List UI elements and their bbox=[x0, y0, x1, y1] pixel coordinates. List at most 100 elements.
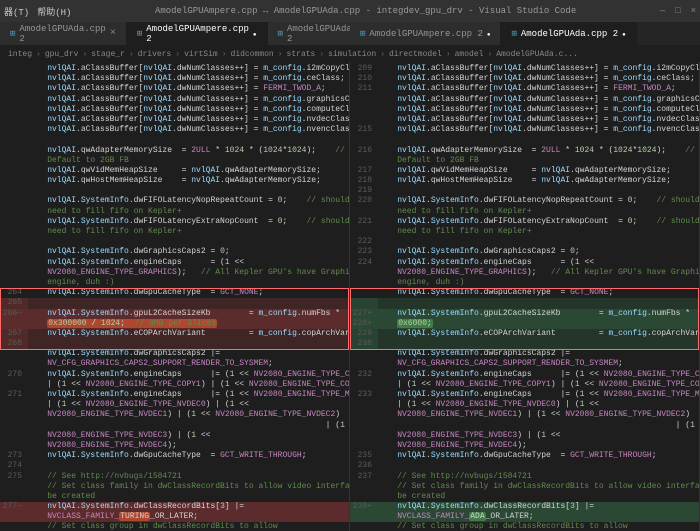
tab[interactable]: ⊞AmodelGPUAmpere.cpp 2 bbox=[350, 22, 501, 45]
diff-pane-right[interactable]: 209 nvlQAI.aClassBuffer[nvlQAI.dwNumClas… bbox=[350, 62, 700, 531]
code-line[interactable]: 264 nvlQAI.SystemInfo.dwGpuCacheType = G… bbox=[0, 288, 349, 298]
code-line[interactable]: nvlQAI.SystemInfo.dwFIFOLatencyNopRepeat… bbox=[0, 196, 349, 206]
tab[interactable]: ⊞AmodelGPUAda.cpp 2 bbox=[501, 22, 636, 45]
code-line[interactable]: 221 nvlQAI.SystemInfo.dwFIFOLatencyExtra… bbox=[350, 217, 699, 227]
breadcrumb-item[interactable]: gpu_drv bbox=[45, 50, 79, 59]
code-line[interactable]: nvlQAI.SystemInfo.dwGraphicsCaps2 |= bbox=[0, 349, 349, 359]
code-line[interactable]: 265 bbox=[0, 298, 349, 308]
code-line[interactable] bbox=[0, 237, 349, 247]
code-line[interactable]: nvlQAI.aClassBuffer[nvlQAI.dwNumClasses+… bbox=[0, 84, 349, 94]
code-line[interactable]: // Set class group in dwClassRecordBits … bbox=[350, 522, 699, 531]
code-line[interactable]: need to fill fifo on Kepler+ bbox=[350, 207, 699, 217]
code-line[interactable]: 222 bbox=[350, 237, 699, 247]
code-line[interactable]: nvlQAI.aClassBuffer[nvlQAI.dwNumClasses+… bbox=[0, 125, 349, 135]
tab[interactable]: ⊞AmodelGPUAda.cpp 2× bbox=[0, 22, 127, 45]
code-line[interactable]: 219 bbox=[350, 186, 699, 196]
code-line[interactable]: nvlQAI.SystemInfo.dwGpuCacheType = GCT_N… bbox=[350, 288, 699, 298]
code-line[interactable] bbox=[0, 186, 349, 196]
code-line[interactable]: NV2080_ENGINE_TYPE_NVDEC4); bbox=[350, 441, 699, 451]
modified-dot-icon[interactable] bbox=[253, 29, 257, 39]
code-line[interactable]: 267 nvlQAI.SystemInfo.eCOPArchVariant = … bbox=[0, 329, 349, 339]
code-line[interactable]: 230 bbox=[350, 339, 699, 349]
code-line[interactable]: // Set class group in dwClassRecordBits … bbox=[0, 522, 349, 531]
code-line[interactable]: NV2080_ENGINE_TYPE_GRAPHICS); // All Kep… bbox=[350, 268, 699, 278]
code-line[interactable]: 220 nvlQAI.SystemInfo.dwFIFOLatencyNopRe… bbox=[350, 196, 699, 206]
modified-dot-icon[interactable] bbox=[487, 29, 491, 39]
breadcrumb-item[interactable]: virtSim bbox=[184, 50, 218, 59]
code-line[interactable]: nvlQAI.aClassBuffer[nvlQAI.dwNumClasses+… bbox=[350, 95, 699, 105]
breadcrumb-item[interactable]: simulation bbox=[328, 50, 376, 59]
code-line[interactable]: NV2080_ENGINE_TYPE_NVDEC4); bbox=[0, 441, 349, 451]
code-line[interactable]: nvlQAI.SystemInfo.dwGraphicsCaps2 = 0; bbox=[0, 247, 349, 257]
code-line[interactable]: 275 // See http://nvbugs/1584721 bbox=[0, 472, 349, 482]
code-line[interactable]: nvlQAI.SystemInfo.dwFIFOLatencyExtraNopC… bbox=[0, 217, 349, 227]
code-line[interactable]: be created bbox=[350, 492, 699, 502]
minimize-icon[interactable]: — bbox=[660, 6, 665, 16]
code-line[interactable]: nvlQAI.aClassBuffer[nvlQAI.dwNumClasses+… bbox=[350, 115, 699, 125]
code-line[interactable]: NV2080_ENGINE_TYPE_NVDEC3) | (1 << bbox=[0, 431, 349, 441]
code-line[interactable]: 209 nvlQAI.aClassBuffer[nvlQAI.dwNumClas… bbox=[350, 64, 699, 74]
code-line[interactable]: Default to 2GB FB bbox=[0, 156, 349, 166]
breadcrumb-item[interactable]: stage_r bbox=[91, 50, 125, 59]
code-line[interactable]: 217 nvlQAI.qwVidMemHeapSize = nvlQAI.qwA… bbox=[350, 166, 699, 176]
code-line[interactable]: // Set class family in dwClassRecordBits… bbox=[0, 482, 349, 492]
code-line[interactable]: 270 nvlQAI.SystemInfo.engineCaps |= (1 <… bbox=[0, 370, 349, 380]
code-line[interactable]: NV2080_ENGINE_TYPE_NVDEC1) | (1 << NV208… bbox=[350, 410, 699, 420]
code-line[interactable]: nvlQAI.qwVidMemHeapSize = nvlQAI.qwAdapt… bbox=[0, 166, 349, 176]
code-line[interactable]: NV2080_ENGINE_TYPE_GRAPHICS); // All Kep… bbox=[0, 268, 349, 278]
code-line[interactable]: 266— nvlQAI.SystemInfo.gpuL2CacheSizeKb … bbox=[0, 309, 349, 319]
code-line[interactable]: nvlQAI.aClassBuffer[nvlQAI.dwNumClasses+… bbox=[0, 64, 349, 74]
code-line[interactable] bbox=[0, 135, 349, 145]
modified-dot-icon[interactable] bbox=[622, 29, 626, 39]
code-line[interactable]: 216 nvlQAI.qwAdapterMemorySize = 2ULL * … bbox=[350, 146, 699, 156]
code-line[interactable]: 233 nvlQAI.SystemInfo.engineCaps |= (1 <… bbox=[350, 390, 699, 400]
code-line[interactable]: 229 nvlQAI.SystemInfo.eCOPArchVariant = … bbox=[350, 329, 699, 339]
code-line[interactable]: nvlQAI.aClassBuffer[nvlQAI.dwNumClasses+… bbox=[350, 105, 699, 115]
breadcrumb-item[interactable]: drivers bbox=[138, 50, 172, 59]
breadcrumb-item[interactable]: strats bbox=[287, 50, 316, 59]
code-line[interactable]: 239+ nvlQAI.SystemInfo.dwClassRecordBits… bbox=[350, 502, 699, 512]
code-line[interactable]: nvlQAI.qwAdapterMemorySize = 2ULL * 1024… bbox=[0, 146, 349, 156]
code-line[interactable]: 0x300000 / 1024; // 3MB per Slices bbox=[0, 319, 349, 329]
code-line[interactable]: nvlQAI.aClassBuffer[nvlQAI.dwNumClasses+… bbox=[0, 74, 349, 84]
code-line[interactable]: engine, duh :) bbox=[350, 278, 699, 288]
code-line[interactable] bbox=[350, 135, 699, 145]
code-line[interactable]: | (1 << NV2080_ENGINE_TYPE_COPY1) | (1 <… bbox=[350, 380, 699, 390]
code-line[interactable]: nvlQAI.SystemInfo.dwGraphicsCaps2 |= bbox=[350, 349, 699, 359]
code-line[interactable]: | (1 << NV2080_ENGINE_TYPE_NVDEC0) | (1 … bbox=[350, 400, 699, 410]
code-line[interactable]: need to fill fifo on Kepler+ bbox=[0, 207, 349, 217]
menu-item[interactable]: 器(T) bbox=[4, 5, 29, 18]
code-line[interactable]: 218 nvlQAI.qwHostMemHeapSize = nvlQAI.qw… bbox=[350, 176, 699, 186]
code-line[interactable]: 224 nvlQAI.SystemInfo.engineCaps = (1 << bbox=[350, 258, 699, 268]
code-line[interactable]: NV_CFG_GRAPHICS_CAPS2_SUPPORT_RENDER_TO_… bbox=[350, 359, 699, 369]
code-line[interactable]: 273 nvlQAI.SystemInfo.dwGpuCacheType = G… bbox=[0, 451, 349, 461]
breadcrumb-item[interactable]: didcommon bbox=[231, 50, 274, 59]
code-line[interactable]: Default to 2GB FB bbox=[350, 156, 699, 166]
code-line[interactable]: 274 bbox=[0, 461, 349, 471]
code-line[interactable]: | (1 << NV2080_ENGINE_TYPE_NVDEC0) | (1 … bbox=[0, 400, 349, 410]
code-line[interactable]: need to fill fifo on Kepler+ bbox=[0, 227, 349, 237]
code-line[interactable]: | (1 << bbox=[0, 421, 349, 431]
code-line[interactable]: need to fill fifo on Kepler+ bbox=[350, 227, 699, 237]
code-line[interactable]: 277— nvlQAI.SystemInfo.dwClassRecordBits… bbox=[0, 502, 349, 512]
code-line[interactable]: nvlQAI.aClassBuffer[nvlQAI.dwNumClasses+… bbox=[0, 115, 349, 125]
code-line[interactable]: NVCLASS_FAMILY_ADA_OR_LATER; bbox=[350, 512, 699, 522]
menu[interactable]: 器(T) 帮助(H) bbox=[4, 5, 71, 18]
maximize-icon[interactable]: □ bbox=[675, 6, 680, 16]
breadcrumb-item[interactable]: directmodel bbox=[389, 50, 442, 59]
menu-item[interactable]: 帮助(H) bbox=[37, 5, 71, 18]
code-line[interactable]: // Set class family in dwClassRecordBits… bbox=[350, 482, 699, 492]
code-line[interactable]: 237 // See http://nvbugs/1584721 bbox=[350, 472, 699, 482]
code-line[interactable]: 223 nvlQAI.SystemInfo.dwGraphicsCaps2 = … bbox=[350, 247, 699, 257]
breadcrumb-item[interactable]: integ bbox=[8, 50, 32, 59]
code-line[interactable]: 210 nvlQAI.aClassBuffer[nvlQAI.dwNumClas… bbox=[350, 74, 699, 84]
code-line[interactable]: be created bbox=[0, 492, 349, 502]
breadcrumb-item[interactable]: amodel bbox=[455, 50, 484, 59]
code-line[interactable]: 271 nvlQAI.SystemInfo.engineCaps |= (1 <… bbox=[0, 390, 349, 400]
code-line[interactable]: NV2080_ENGINE_TYPE_NVDEC3) | (1 << bbox=[350, 431, 699, 441]
breadcrumb-item[interactable]: AmodelGPUAda.c... bbox=[496, 50, 578, 59]
tab[interactable]: ⊞AmodelGPUAmpere.cpp 2 bbox=[127, 22, 268, 45]
breadcrumb[interactable]: integ›gpu_drv›stage_r›drivers›virtSim›di… bbox=[0, 46, 700, 62]
code-line[interactable]: 235 nvlQAI.SystemInfo.dwGpuCacheType = G… bbox=[350, 451, 699, 461]
code-line[interactable]: 232 nvlQAI.SystemInfo.engineCaps |= (1 <… bbox=[350, 370, 699, 380]
